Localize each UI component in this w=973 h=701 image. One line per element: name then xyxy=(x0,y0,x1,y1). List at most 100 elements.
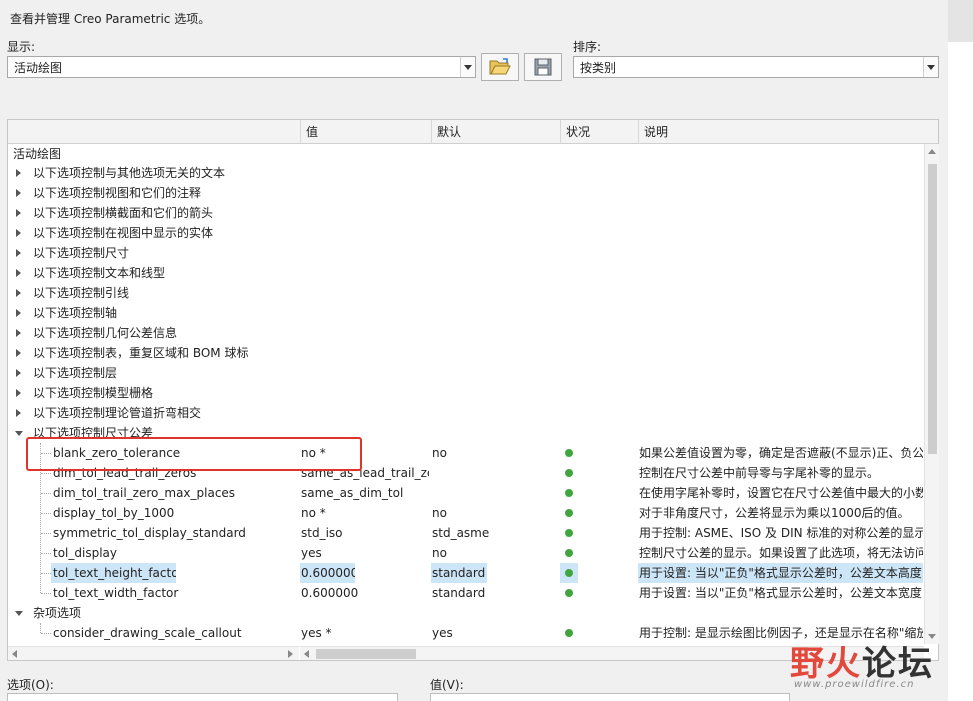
scroll-up-icon[interactable] xyxy=(928,149,936,154)
expand-arrow-icon[interactable] xyxy=(16,409,21,417)
column-header-value[interactable]: 值 xyxy=(300,120,431,144)
sort-select[interactable]: 按类别 xyxy=(573,56,939,78)
option-status xyxy=(561,583,637,603)
category-row[interactable]: 以下选项控制几何公差信息 xyxy=(8,323,922,343)
category-label: 杂项选项 xyxy=(33,606,82,620)
category-row[interactable]: 以下选项控制层 xyxy=(8,363,922,383)
option-row[interactable]: consider_drawing_scale_callout yes * yes… xyxy=(8,623,923,643)
category-row[interactable]: 以下选项控制与其他选项无关的文本 xyxy=(8,163,922,183)
scroll-left-icon[interactable] xyxy=(12,650,17,658)
category-row[interactable]: 以下选项控制轴 xyxy=(8,303,922,323)
save-config-button[interactable] xyxy=(524,53,562,81)
option-description: 控制在尺寸公差中前导零与字尾补零的显示。 xyxy=(639,466,880,480)
expand-arrow-icon[interactable] xyxy=(16,189,21,197)
options-table[interactable]: 值 默认 状况 说明 活动绘图 以下选项控制与其他选项无关的文本 以下选项控制视… xyxy=(7,119,939,661)
save-disk-icon xyxy=(534,58,552,76)
option-name: symmetric_tol_display_standard xyxy=(53,526,246,540)
category-row-expanded[interactable]: 杂项选项 xyxy=(8,603,922,623)
option-input[interactable] xyxy=(7,693,398,701)
option-row[interactable]: display_tol_by_1000 no * no 对于非角度尺寸，公差将显… xyxy=(8,503,922,523)
expand-arrow-icon[interactable] xyxy=(16,369,21,377)
value-input[interactable] xyxy=(430,693,790,701)
status-ok-icon xyxy=(565,529,573,537)
option-status xyxy=(561,483,637,503)
option-row-selected[interactable]: tol_text_height_factor 0.600000 standard… xyxy=(8,563,923,583)
tree-root-row[interactable]: 活动绘图 xyxy=(8,144,922,164)
option-value: 0.600000 xyxy=(300,563,355,583)
category-row[interactable]: 以下选项控制理论管道折弯相交 xyxy=(8,403,922,423)
option-row[interactable]: tol_text_width_factor 0.600000 standard … xyxy=(8,583,922,603)
scroll-right-icon[interactable] xyxy=(288,650,293,658)
vertical-scroll-thumb[interactable] xyxy=(928,164,937,454)
expand-arrow-icon[interactable] xyxy=(16,229,21,237)
category-row[interactable]: 以下选项控制模型栅格 xyxy=(8,383,922,403)
category-label: 以下选项控制视图和它们的注释 xyxy=(33,186,202,200)
tree-connector xyxy=(41,593,51,594)
option-description: 对于非角度尺寸，公差将显示为乘以1000后的值。 xyxy=(639,506,910,520)
option-name: tol_text_height_factor xyxy=(51,563,176,583)
expand-arrow-icon[interactable] xyxy=(16,289,21,297)
status-ok-icon xyxy=(565,509,573,517)
horizontal-scrollbar-left[interactable] xyxy=(8,646,299,660)
column-header-status[interactable]: 状况 xyxy=(560,120,638,144)
category-row[interactable]: 以下选项控制表，重复区域和 BOM 球标 xyxy=(8,343,922,363)
open-config-button[interactable] xyxy=(481,53,519,81)
status-ok-icon xyxy=(565,569,573,577)
expand-arrow-icon[interactable] xyxy=(16,389,21,397)
option-status xyxy=(561,443,637,463)
category-row[interactable]: 以下选项控制文本和线型 xyxy=(8,263,922,283)
status-ok-icon xyxy=(565,629,573,637)
category-label: 以下选项控制引线 xyxy=(33,286,130,300)
display-select[interactable]: 活动绘图 xyxy=(7,56,476,78)
page-description: 查看并管理 Creo Parametric 选项。 xyxy=(10,12,211,26)
category-row[interactable]: 以下选项控制引线 xyxy=(8,283,922,303)
chevron-down-icon[interactable] xyxy=(460,57,475,77)
scroll-left-icon[interactable] xyxy=(304,650,309,658)
collapse-arrow-icon[interactable] xyxy=(15,431,23,436)
option-status xyxy=(561,623,637,643)
option-row[interactable]: dim_tol_trail_zero_max_places same_as_di… xyxy=(8,483,923,503)
sort-label: 排序: xyxy=(573,40,602,54)
column-header-default[interactable]: 默认 xyxy=(431,120,560,144)
expand-arrow-icon[interactable] xyxy=(16,329,21,337)
tree-connector xyxy=(41,633,51,634)
option-row[interactable]: tol_display yes no 控制尺寸公差的显示。如果设置了此选项，将无… xyxy=(8,543,923,563)
option-name: display_tol_by_1000 xyxy=(53,506,175,520)
expand-arrow-icon[interactable] xyxy=(16,209,21,217)
expand-arrow-icon[interactable] xyxy=(16,249,21,257)
status-ok-icon xyxy=(565,449,573,457)
option-value: yes * xyxy=(301,626,332,640)
option-value: std_iso xyxy=(301,526,343,540)
option-name: tol_text_width_factor xyxy=(53,586,179,600)
option-value: no * xyxy=(301,506,326,520)
option-name: consider_drawing_scale_callout xyxy=(53,626,242,640)
option-default: standard xyxy=(431,563,487,583)
vertical-scrollbar[interactable] xyxy=(924,144,939,644)
expand-arrow-icon[interactable] xyxy=(16,349,21,357)
chevron-down-icon[interactable] xyxy=(923,57,938,77)
display-label: 显示: xyxy=(7,40,36,54)
category-label: 以下选项控制文本和线型 xyxy=(33,266,166,280)
expand-arrow-icon[interactable] xyxy=(16,309,21,317)
watermark-text-dark: 论坛 xyxy=(862,644,934,684)
column-header-description[interactable]: 说明 xyxy=(638,120,938,144)
column-header-name[interactable] xyxy=(8,120,300,144)
category-row[interactable]: 以下选项控制横截面和它们的箭头 xyxy=(8,203,922,223)
option-default: yes xyxy=(432,626,453,640)
sort-select-value: 按类别 xyxy=(580,60,617,75)
value-field-label: 值(V): xyxy=(430,678,464,692)
forum-watermark-logo: 野火论坛 www.proewildfire.cn xyxy=(790,636,950,696)
category-label: 以下选项控制模型栅格 xyxy=(33,386,154,400)
category-row[interactable]: 以下选项控制在视图中显示的实体 xyxy=(8,223,922,243)
option-default: standard xyxy=(432,586,486,600)
horizontal-scroll-thumb[interactable] xyxy=(316,649,416,659)
category-label: 以下选项控制尺寸 xyxy=(33,246,130,260)
category-row[interactable]: 以下选项控制尺寸 xyxy=(8,243,922,263)
collapse-arrow-icon[interactable] xyxy=(15,611,23,616)
option-row[interactable]: symmetric_tol_display_standard std_iso s… xyxy=(8,523,923,543)
option-description: 在使用字尾补零时，设置它在尺寸公差值中最大的小数 xyxy=(639,486,923,500)
expand-arrow-icon[interactable] xyxy=(16,169,21,177)
option-description: 用于设置: 当以"正负"格式显示公差时，公差文本高度 xyxy=(638,563,923,583)
expand-arrow-icon[interactable] xyxy=(16,269,21,277)
category-row[interactable]: 以下选项控制视图和它们的注释 xyxy=(8,183,922,203)
